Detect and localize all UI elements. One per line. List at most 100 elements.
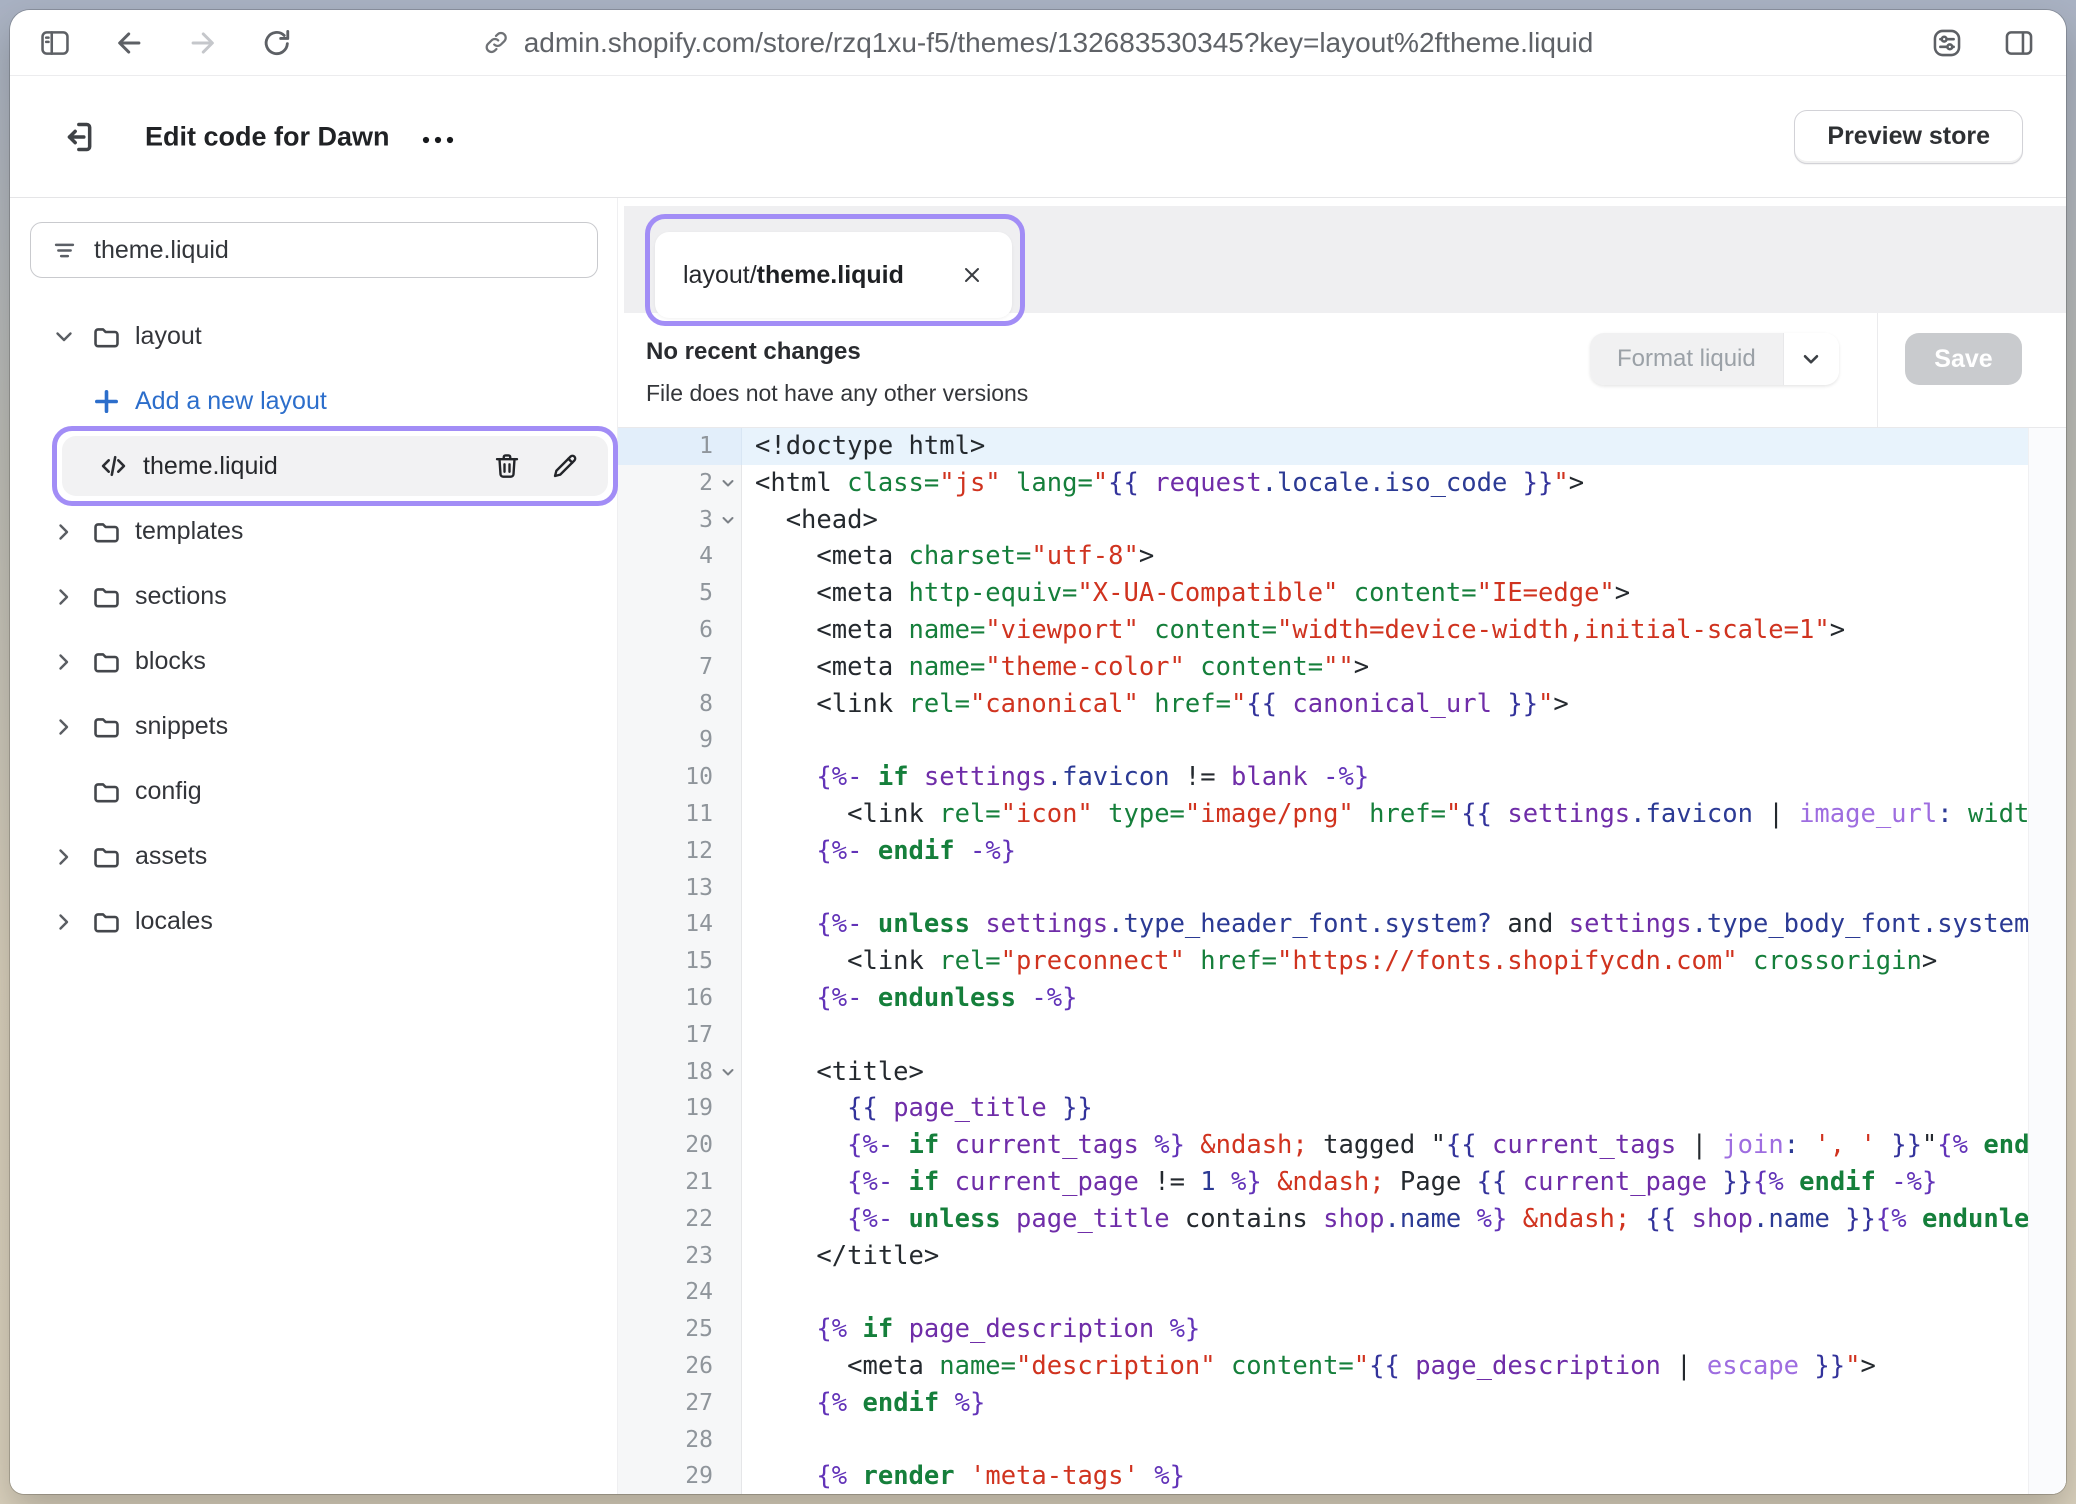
selected-file-pill[interactable]: theme.liquid <box>62 436 608 496</box>
code-text[interactable]: <html class="js" lang="{{ request.locale… <box>742 465 2028 502</box>
code-text[interactable]: <title> <box>742 1054 2028 1091</box>
trash-icon[interactable] <box>492 451 522 481</box>
sidebar-item-theme-liquid[interactable]: theme.liquid <box>10 434 617 499</box>
file-search-input[interactable]: theme.liquid <box>30 222 598 278</box>
code-line-6[interactable]: 6 <meta name="viewport" content="width=d… <box>618 612 2066 649</box>
code-line-25[interactable]: 25 {% if page_description %} <box>618 1311 2066 1348</box>
back-icon[interactable] <box>112 26 146 60</box>
code-line-17[interactable]: 17 <box>618 1017 2066 1054</box>
code-line-23[interactable]: 23 </title> <box>618 1238 2066 1275</box>
code-text[interactable]: {%- endunless -%} <box>742 980 2028 1017</box>
code-line-5[interactable]: 5 <meta http-equiv="X-UA-Compatible" con… <box>618 575 2066 612</box>
code-line-10[interactable]: 10 {%- if settings.favicon != blank -%} <box>618 759 2066 796</box>
code-line-21[interactable]: 21 {%- if current_page != 1 %} &ndash; P… <box>618 1164 2066 1201</box>
code-line-20[interactable]: 20 {%- if current_tags %} &ndash; tagged… <box>618 1127 2066 1164</box>
code-text[interactable]: {% endif %} <box>742 1385 2028 1422</box>
code-text[interactable]: <meta charset="utf-8"> <box>742 538 2028 575</box>
code-text[interactable]: <meta name="viewport" content="width=dev… <box>742 612 2028 649</box>
chevron-right-icon[interactable] <box>52 715 76 739</box>
sidebar-item-locales[interactable]: locales <box>10 889 617 954</box>
fold-chevron-icon[interactable] <box>720 512 736 528</box>
code-line-14[interactable]: 14 {%- unless settings.type_header_font.… <box>618 906 2066 943</box>
code-text[interactable]: {%- unless page_title contains shop.name… <box>742 1201 2028 1238</box>
sidebar-item-blocks[interactable]: blocks <box>10 629 617 694</box>
code-line-3[interactable]: 3 <head> <box>618 502 2066 539</box>
fold-chevron-icon[interactable] <box>720 1064 736 1080</box>
chevron-right-icon[interactable] <box>52 585 76 609</box>
code-line-28[interactable]: 28 <box>618 1422 2066 1459</box>
reload-icon[interactable] <box>260 26 294 60</box>
code-line-12[interactable]: 12 {%- endif -%} <box>618 833 2066 870</box>
code-line-18[interactable]: 18 <title> <box>618 1054 2066 1091</box>
code-text[interactable]: {{ page_title }} <box>742 1090 2028 1127</box>
code-text[interactable] <box>742 870 2028 907</box>
code-text[interactable]: {% if page_description %} <box>742 1311 2028 1348</box>
sidebar-toggle-icon[interactable] <box>38 26 72 60</box>
editor-scrollbar-gutter[interactable] <box>2028 428 2066 1494</box>
code-text[interactable] <box>742 1422 2028 1459</box>
forward-icon[interactable] <box>186 26 220 60</box>
sidebar-item-assets[interactable]: assets <box>10 824 617 889</box>
code-text[interactable]: <head> <box>742 502 2028 539</box>
chevron-right-icon[interactable] <box>52 910 76 934</box>
code-line-2[interactable]: 2<html class="js" lang="{{ request.local… <box>618 465 2066 502</box>
code-text[interactable]: </title> <box>742 1238 2028 1275</box>
code-text[interactable]: <link rel="canonical" href="{{ canonical… <box>742 686 2028 723</box>
sidebar-item-snippets[interactable]: snippets <box>10 694 617 759</box>
save-button[interactable]: Save <box>1905 333 2022 385</box>
tab-theme-liquid[interactable]: layout/theme.liquid <box>655 232 1012 318</box>
exit-editor-icon[interactable] <box>58 117 98 157</box>
format-liquid-button[interactable]: Format liquid <box>1590 333 1839 385</box>
chevron-right-icon[interactable] <box>52 520 76 544</box>
format-dropdown-chevron-icon[interactable] <box>1783 333 1839 385</box>
sidebar-item-layout[interactable]: layout <box>10 304 617 369</box>
code-text[interactable]: {%- endif -%} <box>742 833 2028 870</box>
code-text[interactable]: {%- if current_page != 1 %} &ndash; Page… <box>742 1164 2028 1201</box>
code-line-15[interactable]: 15 <link rel="preconnect" href="https://… <box>618 943 2066 980</box>
code-line-13[interactable]: 13 <box>618 870 2066 907</box>
chevron-right-icon[interactable] <box>52 650 76 674</box>
code-line-19[interactable]: 19 {{ page_title }} <box>618 1090 2066 1127</box>
browser-settings-icon[interactable] <box>1930 26 1964 60</box>
fold-chevron-icon[interactable] <box>720 475 736 491</box>
code-text[interactable]: {%- unless settings.type_header_font.sys… <box>742 906 2028 943</box>
chevron-down-icon[interactable] <box>52 325 76 349</box>
code-line-4[interactable]: 4 <meta charset="utf-8"> <box>618 538 2066 575</box>
code-text[interactable]: <link rel="preconnect" href="https://fon… <box>742 943 2028 980</box>
code-text[interactable]: {%- if settings.favicon != blank -%} <box>742 759 2028 796</box>
code-line-9[interactable]: 9 <box>618 722 2066 759</box>
code-text[interactable]: <!doctype html> <box>742 428 2028 465</box>
sidebar-item-sections[interactable]: sections <box>10 564 617 629</box>
pencil-icon[interactable] <box>550 451 580 481</box>
code-text[interactable]: <meta name="description" content="{{ pag… <box>742 1348 2028 1385</box>
code-line-24[interactable]: 24 <box>618 1274 2066 1311</box>
more-actions-icon[interactable] <box>418 117 462 157</box>
code-text[interactable] <box>742 722 2028 759</box>
code-text[interactable] <box>742 1274 2028 1311</box>
code-text[interactable]: <link rel="icon" type="image/png" href="… <box>742 796 2028 833</box>
code-line-29[interactable]: 29 {% render 'meta-tags' %} <box>618 1458 2066 1494</box>
close-tab-icon[interactable] <box>960 263 984 287</box>
code-line-26[interactable]: 26 <meta name="description" content="{{ … <box>618 1348 2066 1385</box>
chevron-right-icon[interactable] <box>52 845 76 869</box>
code-line-22[interactable]: 22 {%- unless page_title contains shop.n… <box>618 1201 2066 1238</box>
code-line-27[interactable]: 27 {% endif %} <box>618 1385 2066 1422</box>
address-bar[interactable]: admin.shopify.com/store/rzq1xu-f5/themes… <box>483 10 1594 75</box>
code-line-1[interactable]: 1<!doctype html> <box>618 428 2066 465</box>
add-new-layout-button[interactable]: Add a new layout <box>10 369 617 434</box>
sidebar-item-templates[interactable]: templates <box>10 499 617 564</box>
sidebar-item-config[interactable]: config <box>10 759 617 824</box>
code-line-11[interactable]: 11 <link rel="icon" type="image/png" hre… <box>618 796 2066 833</box>
format-liquid-label[interactable]: Format liquid <box>1590 333 1783 385</box>
code-text[interactable]: {% render 'meta-tags' %} <box>742 1458 2028 1494</box>
preview-store-button[interactable]: Preview store <box>1794 110 2023 164</box>
code-text[interactable] <box>742 1017 2028 1054</box>
code-line-7[interactable]: 7 <meta name="theme-color" content=""> <box>618 649 2066 686</box>
code-editor[interactable]: 1<!doctype html>2<html class="js" lang="… <box>618 428 2066 1494</box>
code-text[interactable]: <meta name="theme-color" content=""> <box>742 649 2028 686</box>
sidebar-panel-right-icon[interactable] <box>2002 26 2036 60</box>
code-text[interactable]: {%- if current_tags %} &ndash; tagged "{… <box>742 1127 2028 1164</box>
code-line-16[interactable]: 16 {%- endunless -%} <box>618 980 2066 1017</box>
code-text[interactable]: <meta http-equiv="X-UA-Compatible" conte… <box>742 575 2028 612</box>
code-line-8[interactable]: 8 <link rel="canonical" href="{{ canonic… <box>618 686 2066 723</box>
